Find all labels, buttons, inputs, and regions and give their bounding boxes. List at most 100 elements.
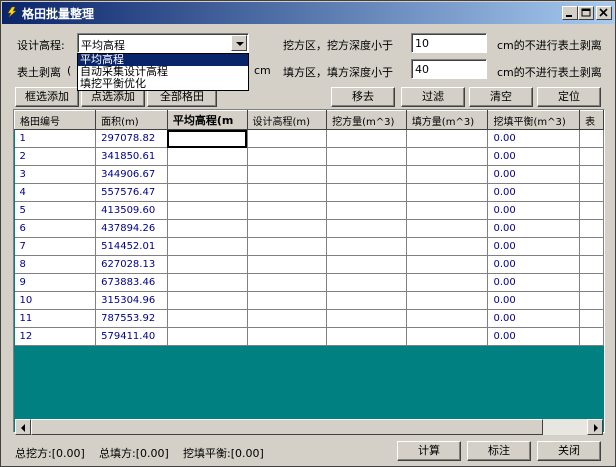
table-cell[interactable] xyxy=(406,273,489,292)
table-cell[interactable] xyxy=(247,237,328,256)
col-header-fill-volume[interactable]: 填方量(m^3) xyxy=(405,110,489,130)
col-header-topsoil[interactable]: 表 xyxy=(579,110,604,130)
table-cell[interactable]: 514452.01 xyxy=(95,237,168,256)
table-cell[interactable] xyxy=(247,201,328,220)
table-cell[interactable]: 0.00 xyxy=(487,255,581,274)
table-cell[interactable]: 627028.13 xyxy=(95,255,168,274)
table-cell[interactable] xyxy=(406,219,489,238)
fill-depth-input[interactable]: 40 xyxy=(411,59,487,79)
table-row[interactable]: 6 437894.26 0.00 xyxy=(14,219,604,238)
table-cell[interactable] xyxy=(579,147,604,166)
locate-button[interactable]: 定位 xyxy=(537,87,601,107)
table-cell[interactable] xyxy=(579,219,604,238)
table-cell[interactable] xyxy=(167,147,248,166)
table-cell[interactable]: 4 xyxy=(14,183,97,202)
table-cell[interactable] xyxy=(167,255,248,274)
table-cell[interactable] xyxy=(326,237,407,256)
table-cell[interactable] xyxy=(406,183,489,202)
table-cell[interactable] xyxy=(247,273,328,292)
calculate-button[interactable]: 计算 xyxy=(397,441,461,461)
table-cell[interactable]: 7 xyxy=(14,237,97,256)
table-row[interactable]: 7 514452.01 0.00 xyxy=(14,237,604,256)
table-cell[interactable] xyxy=(406,327,489,346)
table-cell[interactable]: 12 xyxy=(14,327,97,346)
close-window-button[interactable] xyxy=(596,6,612,20)
field-grid[interactable]: 格田编号 面积(m) 平均高程(m 设计高程(m) 挖方量(m^3) 填方量(m… xyxy=(13,109,605,433)
table-cell[interactable] xyxy=(406,165,489,184)
table-cell[interactable] xyxy=(247,291,328,310)
table-cell[interactable]: 297078.82 xyxy=(95,129,168,148)
dropdown-option-balance[interactable]: 填挖平衡优化 xyxy=(78,78,248,90)
table-cell[interactable] xyxy=(406,309,489,328)
remove-button[interactable]: 移去 xyxy=(331,87,395,107)
table-cell[interactable] xyxy=(167,237,248,256)
table-cell[interactable] xyxy=(406,201,489,220)
table-cell[interactable]: 0.00 xyxy=(487,183,581,202)
table-cell[interactable] xyxy=(326,129,407,148)
table-row[interactable]: 3 344906.67 0.00 xyxy=(14,165,604,184)
table-cell[interactable] xyxy=(167,309,248,328)
table-cell[interactable] xyxy=(247,327,328,346)
horizontal-scrollbar[interactable] xyxy=(15,419,603,435)
table-cell[interactable] xyxy=(406,255,489,274)
table-cell[interactable] xyxy=(167,327,248,346)
table-cell[interactable]: 413509.60 xyxy=(95,201,168,220)
scroll-left-button[interactable] xyxy=(15,419,31,435)
table-cell[interactable] xyxy=(326,147,407,166)
table-cell[interactable] xyxy=(167,183,248,202)
table-cell[interactable]: 11 xyxy=(14,309,97,328)
scroll-thumb[interactable] xyxy=(31,419,543,435)
table-row[interactable]: 4 557576.47 0.00 xyxy=(14,183,604,202)
table-cell[interactable] xyxy=(247,309,328,328)
table-cell[interactable] xyxy=(247,219,328,238)
table-cell[interactable]: 3 xyxy=(14,165,97,184)
table-cell[interactable] xyxy=(247,129,328,148)
table-cell[interactable] xyxy=(406,237,489,256)
table-cell[interactable] xyxy=(326,255,407,274)
table-cell[interactable] xyxy=(167,165,248,184)
table-cell[interactable]: 0.00 xyxy=(487,147,581,166)
table-cell[interactable] xyxy=(579,237,604,256)
table-cell[interactable] xyxy=(326,219,407,238)
table-cell[interactable] xyxy=(167,291,248,310)
table-cell[interactable]: 10 xyxy=(14,291,97,310)
table-cell[interactable]: 9 xyxy=(14,273,97,292)
chevron-down-icon[interactable] xyxy=(231,35,247,51)
table-cell[interactable] xyxy=(406,291,489,310)
table-row[interactable]: 12 579411.40 0.00 xyxy=(14,327,604,346)
col-header-avg-elevation[interactable]: 平均高程(m xyxy=(166,110,248,130)
table-cell[interactable]: 2 xyxy=(14,147,97,166)
table-cell[interactable]: 787553.92 xyxy=(95,309,168,328)
col-header-design-elevation[interactable]: 设计高程(m) xyxy=(246,110,328,130)
table-cell[interactable]: 0.00 xyxy=(487,309,581,328)
title-bar[interactable]: 格田批量整理 xyxy=(2,2,614,24)
table-cell[interactable] xyxy=(326,201,407,220)
table-cell[interactable] xyxy=(579,309,604,328)
table-cell[interactable] xyxy=(579,183,604,202)
table-cell[interactable] xyxy=(579,201,604,220)
table-cell[interactable] xyxy=(579,129,604,148)
table-cell[interactable] xyxy=(247,165,328,184)
table-row[interactable]: 8 627028.13 0.00 xyxy=(14,255,604,274)
table-cell[interactable] xyxy=(326,327,407,346)
table-row[interactable]: 2 341850.61 0.00 xyxy=(14,147,604,166)
table-cell[interactable] xyxy=(406,147,489,166)
table-cell[interactable]: 0.00 xyxy=(487,201,581,220)
table-cell[interactable]: 437894.26 xyxy=(95,219,168,238)
table-cell[interactable] xyxy=(326,165,407,184)
table-cell[interactable] xyxy=(247,183,328,202)
table-cell[interactable] xyxy=(406,129,489,148)
table-row[interactable]: 5 413509.60 0.00 xyxy=(14,201,604,220)
table-cell[interactable]: 6 xyxy=(14,219,97,238)
table-cell[interactable]: 5 xyxy=(14,201,97,220)
cut-depth-input[interactable]: 10 xyxy=(411,33,487,53)
scroll-right-button[interactable] xyxy=(587,419,603,435)
table-cell[interactable]: 1 xyxy=(14,129,97,148)
table-cell[interactable]: 0.00 xyxy=(487,291,581,310)
table-cell[interactable]: 0.00 xyxy=(487,165,581,184)
table-cell[interactable] xyxy=(579,255,604,274)
table-cell[interactable] xyxy=(167,219,248,238)
table-cell[interactable] xyxy=(167,201,248,220)
table-cell[interactable] xyxy=(579,291,604,310)
table-cell[interactable]: 0.00 xyxy=(487,129,581,148)
